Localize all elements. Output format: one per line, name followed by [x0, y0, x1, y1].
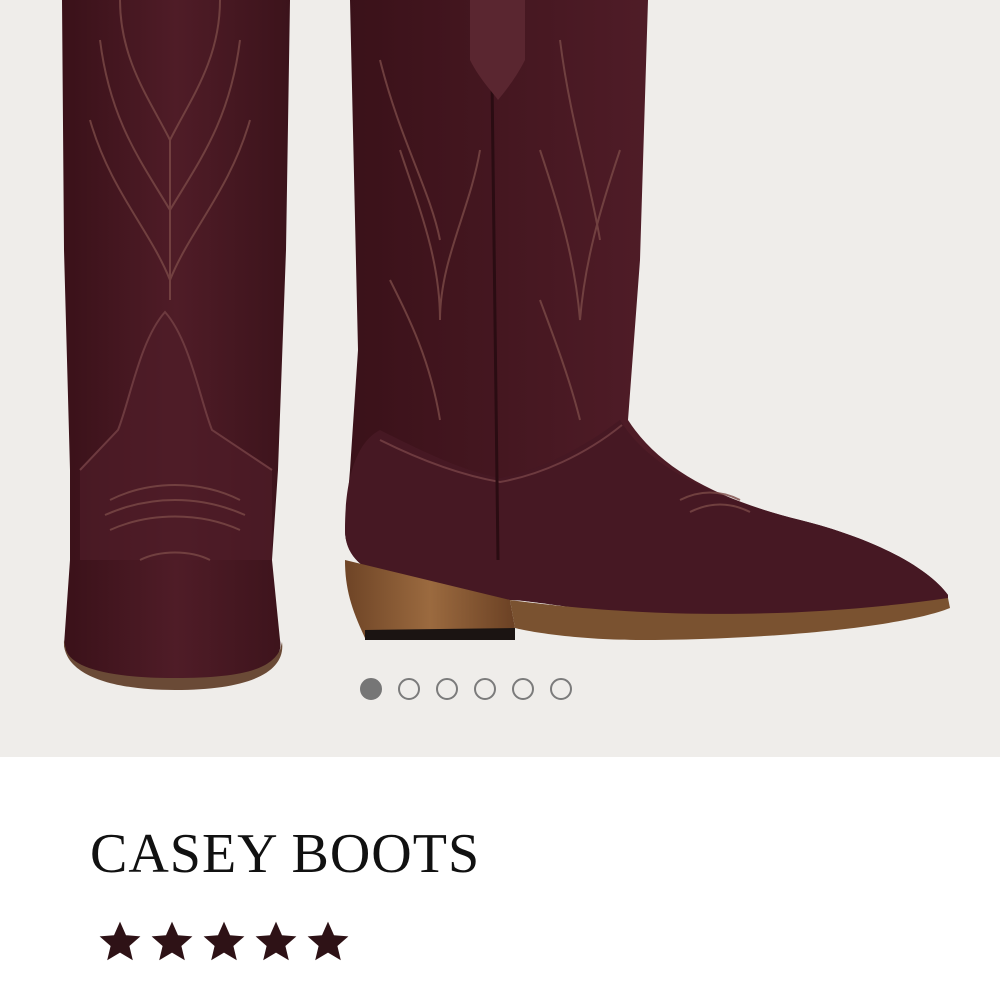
- star-icon: [99, 921, 141, 961]
- star-rating[interactable]: [96, 918, 352, 966]
- star-icon: [255, 921, 297, 961]
- gallery-dot-3[interactable]: [436, 678, 458, 700]
- gallery-dot-2[interactable]: [398, 678, 420, 700]
- gallery-pagination: [360, 678, 572, 700]
- gallery-dot-1[interactable]: [360, 678, 382, 700]
- star-icon: [307, 921, 349, 961]
- gallery-dot-5[interactable]: [512, 678, 534, 700]
- gallery-dot-4[interactable]: [474, 678, 496, 700]
- product-title: CASEY BOOTS: [90, 823, 481, 885]
- gallery-dot-6[interactable]: [550, 678, 572, 700]
- star-icon: [203, 921, 245, 961]
- boot-product-image: [62, 0, 950, 690]
- star-icon: [151, 921, 193, 961]
- product-image-gallery[interactable]: [0, 0, 1000, 757]
